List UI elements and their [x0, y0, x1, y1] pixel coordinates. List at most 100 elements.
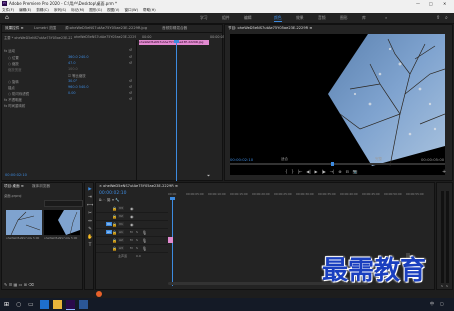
track-label[interactable]: A2: [118, 238, 124, 242]
solo-button[interactable]: S: [136, 230, 138, 234]
tab-effect-controls[interactable]: 效果控件 ≡: [5, 26, 24, 31]
search-icon[interactable]: ○: [16, 301, 21, 308]
fit-dropdown[interactable]: 适合: [281, 157, 288, 162]
workspace-tab-assembly[interactable]: 组件: [222, 15, 230, 21]
flicker-value[interactable]: 0.00: [68, 91, 76, 95]
microphone-icon[interactable]: 🎙: [142, 230, 147, 235]
mute-button[interactable]: M: [130, 246, 133, 250]
tab-audio-mixer[interactable]: 音频剪辑混合器: [162, 26, 187, 31]
mute-button[interactable]: M: [130, 238, 133, 242]
windows-start-icon[interactable]: ⊞: [4, 301, 9, 308]
timeline-tab[interactable]: × oheWeD5eNS7utAe75Y05ae23E-2229R ≡: [99, 184, 178, 188]
play-button[interactable]: ▶: [315, 169, 318, 174]
mark-in-button[interactable]: {: [285, 169, 288, 174]
reset-icon[interactable]: ↺: [129, 97, 132, 101]
go-to-out-button[interactable]: →|: [330, 169, 335, 174]
ec-row-rotation[interactable]: ○ 旋转 30.0°: [8, 79, 77, 84]
track-label[interactable]: A3: [118, 246, 124, 250]
edge-browser-icon[interactable]: [40, 300, 49, 309]
workspace-tab-audio[interactable]: 音频: [318, 15, 326, 21]
workspace-tab-graphics[interactable]: 图形: [340, 15, 348, 21]
project-item-thumb-1[interactable]: [6, 210, 42, 235]
lock-icon[interactable]: 🔒: [112, 222, 117, 227]
menu-view[interactable]: 视图(V): [107, 8, 119, 12]
track-label[interactable]: V2: [118, 214, 124, 218]
ec-row-time-remap[interactable]: fx 时间重映射: [4, 103, 25, 108]
icon-view-icon[interactable]: ▦: [14, 282, 18, 287]
ec-row-anchor[interactable]: 锚点 960.0 540.0: [8, 85, 89, 90]
timeline-playhead-handle[interactable]: [170, 197, 175, 200]
reset-icon[interactable]: ↺: [129, 91, 132, 95]
program-timecode[interactable]: 00:00:02:10: [230, 157, 253, 162]
workspace-tab-editing[interactable]: 编辑: [244, 15, 252, 21]
menu-sequence[interactable]: 序列(S): [54, 8, 66, 12]
menu-marker[interactable]: 标记(M): [71, 8, 84, 12]
reset-icon[interactable]: ↺: [129, 55, 132, 59]
microphone-icon[interactable]: 🎙: [142, 246, 147, 251]
microphone-icon[interactable]: 🎙: [142, 238, 147, 243]
reset-icon[interactable]: ↺: [129, 61, 132, 65]
snap-icon[interactable]: ⌒: [103, 198, 106, 202]
ec-row-position[interactable]: ○ 位置 360.0 240.0: [8, 55, 89, 60]
button-editor-icon[interactable]: +: [442, 169, 446, 175]
clear-icon[interactable]: ⌫: [28, 282, 34, 287]
menu-clip[interactable]: 剪辑(C): [36, 8, 49, 12]
track-label[interactable]: A1: [118, 230, 124, 234]
ec-playhead[interactable]: [176, 43, 177, 181]
solo-button[interactable]: S: [136, 246, 138, 250]
tab-media-browser[interactable]: 媒体浏览器: [32, 184, 50, 189]
notification-icon[interactable]: ▢: [440, 301, 444, 306]
overwrite-button[interactable]: ⊟: [345, 169, 348, 174]
uniform-scale-checkbox[interactable]: ☑ 等比缩放: [68, 73, 86, 78]
menu-file[interactable]: 文件(F): [2, 8, 14, 12]
workspace-tab-libraries[interactable]: 库: [362, 15, 366, 21]
razor-tool-icon[interactable]: ✂: [87, 210, 93, 218]
lock-icon[interactable]: 🔒: [112, 206, 117, 211]
reset-icon[interactable]: ↺: [129, 79, 132, 83]
rotation-value[interactable]: 30.0°: [68, 79, 77, 83]
reset-icon[interactable]: ↺: [129, 85, 132, 89]
share-icon[interactable]: ⇪: [436, 15, 440, 21]
hand-tool-icon[interactable]: ✋: [87, 234, 93, 242]
ec-bottom-timecode[interactable]: 00:00:02:10: [5, 173, 27, 177]
orange-app-icon[interactable]: [96, 291, 102, 297]
workspace-more-icon[interactable]: »: [385, 15, 387, 20]
project-search-input[interactable]: [44, 200, 83, 207]
tab-source[interactable]: 源:oheWeD5eNS7utAe75Y05ae23E-2229R.jpg: [65, 26, 155, 31]
pen-tool-icon[interactable]: ✎: [87, 226, 93, 234]
go-to-in-button[interactable]: |←: [298, 169, 303, 174]
position-value[interactable]: 360.0 240.0: [68, 55, 89, 59]
ripple-edit-tool-icon[interactable]: ⟷: [87, 202, 93, 210]
workspace-tab-effects[interactable]: 效果: [296, 15, 304, 21]
timeline-ruler[interactable]: 00:00 00:00:05:00 00:00:10:00 00:00:15:0…: [168, 192, 433, 200]
ec-row-motion[interactable]: fx 运动: [4, 48, 15, 53]
workspace-tab-learn[interactable]: 学习: [200, 15, 208, 21]
solo-button[interactable]: S: [441, 284, 443, 288]
lock-icon[interactable]: 🔒: [112, 230, 117, 235]
ec-row-opacity[interactable]: fx 不透明度: [4, 97, 22, 102]
lock-icon[interactable]: 🔒: [112, 246, 117, 251]
insert-button[interactable]: ⊕: [338, 169, 341, 174]
timeline-clip-v1[interactable]: [168, 237, 173, 243]
list-view-icon[interactable]: ☰: [9, 282, 13, 287]
export-frame-icon[interactable]: 📷: [353, 169, 358, 174]
ec-row-flicker[interactable]: ○ 防闪烁滤镜 0.00: [8, 91, 76, 96]
project-item-thumb-2[interactable]: [44, 210, 80, 235]
track-select-tool-icon[interactable]: ⇥: [87, 194, 93, 202]
menu-window[interactable]: 窗口(W): [124, 8, 138, 12]
program-video-frame[interactable]: [230, 34, 445, 175]
mute-button[interactable]: M: [130, 230, 133, 234]
task-view-icon[interactable]: ▭: [28, 301, 34, 308]
solo-button[interactable]: S: [136, 238, 138, 242]
workspace-tab-color[interactable]: 颜色: [274, 15, 282, 22]
tab-lumetri-scopes[interactable]: Lumetri 范围: [34, 26, 56, 31]
minimize-button[interactable]: —: [416, 0, 420, 7]
nest-icon[interactable]: ⧉: [99, 198, 102, 202]
lock-icon[interactable]: 🔒: [112, 238, 117, 243]
timeline-settings-icon[interactable]: 🔧: [115, 198, 119, 202]
slip-tool-icon[interactable]: ↔: [87, 218, 93, 226]
linked-selection-icon[interactable]: ⛓: [107, 198, 111, 202]
eye-icon[interactable]: ◉: [130, 214, 134, 219]
menu-help[interactable]: 帮助(H): [143, 8, 156, 12]
anchor-value[interactable]: 960.0 540.0: [68, 85, 89, 89]
